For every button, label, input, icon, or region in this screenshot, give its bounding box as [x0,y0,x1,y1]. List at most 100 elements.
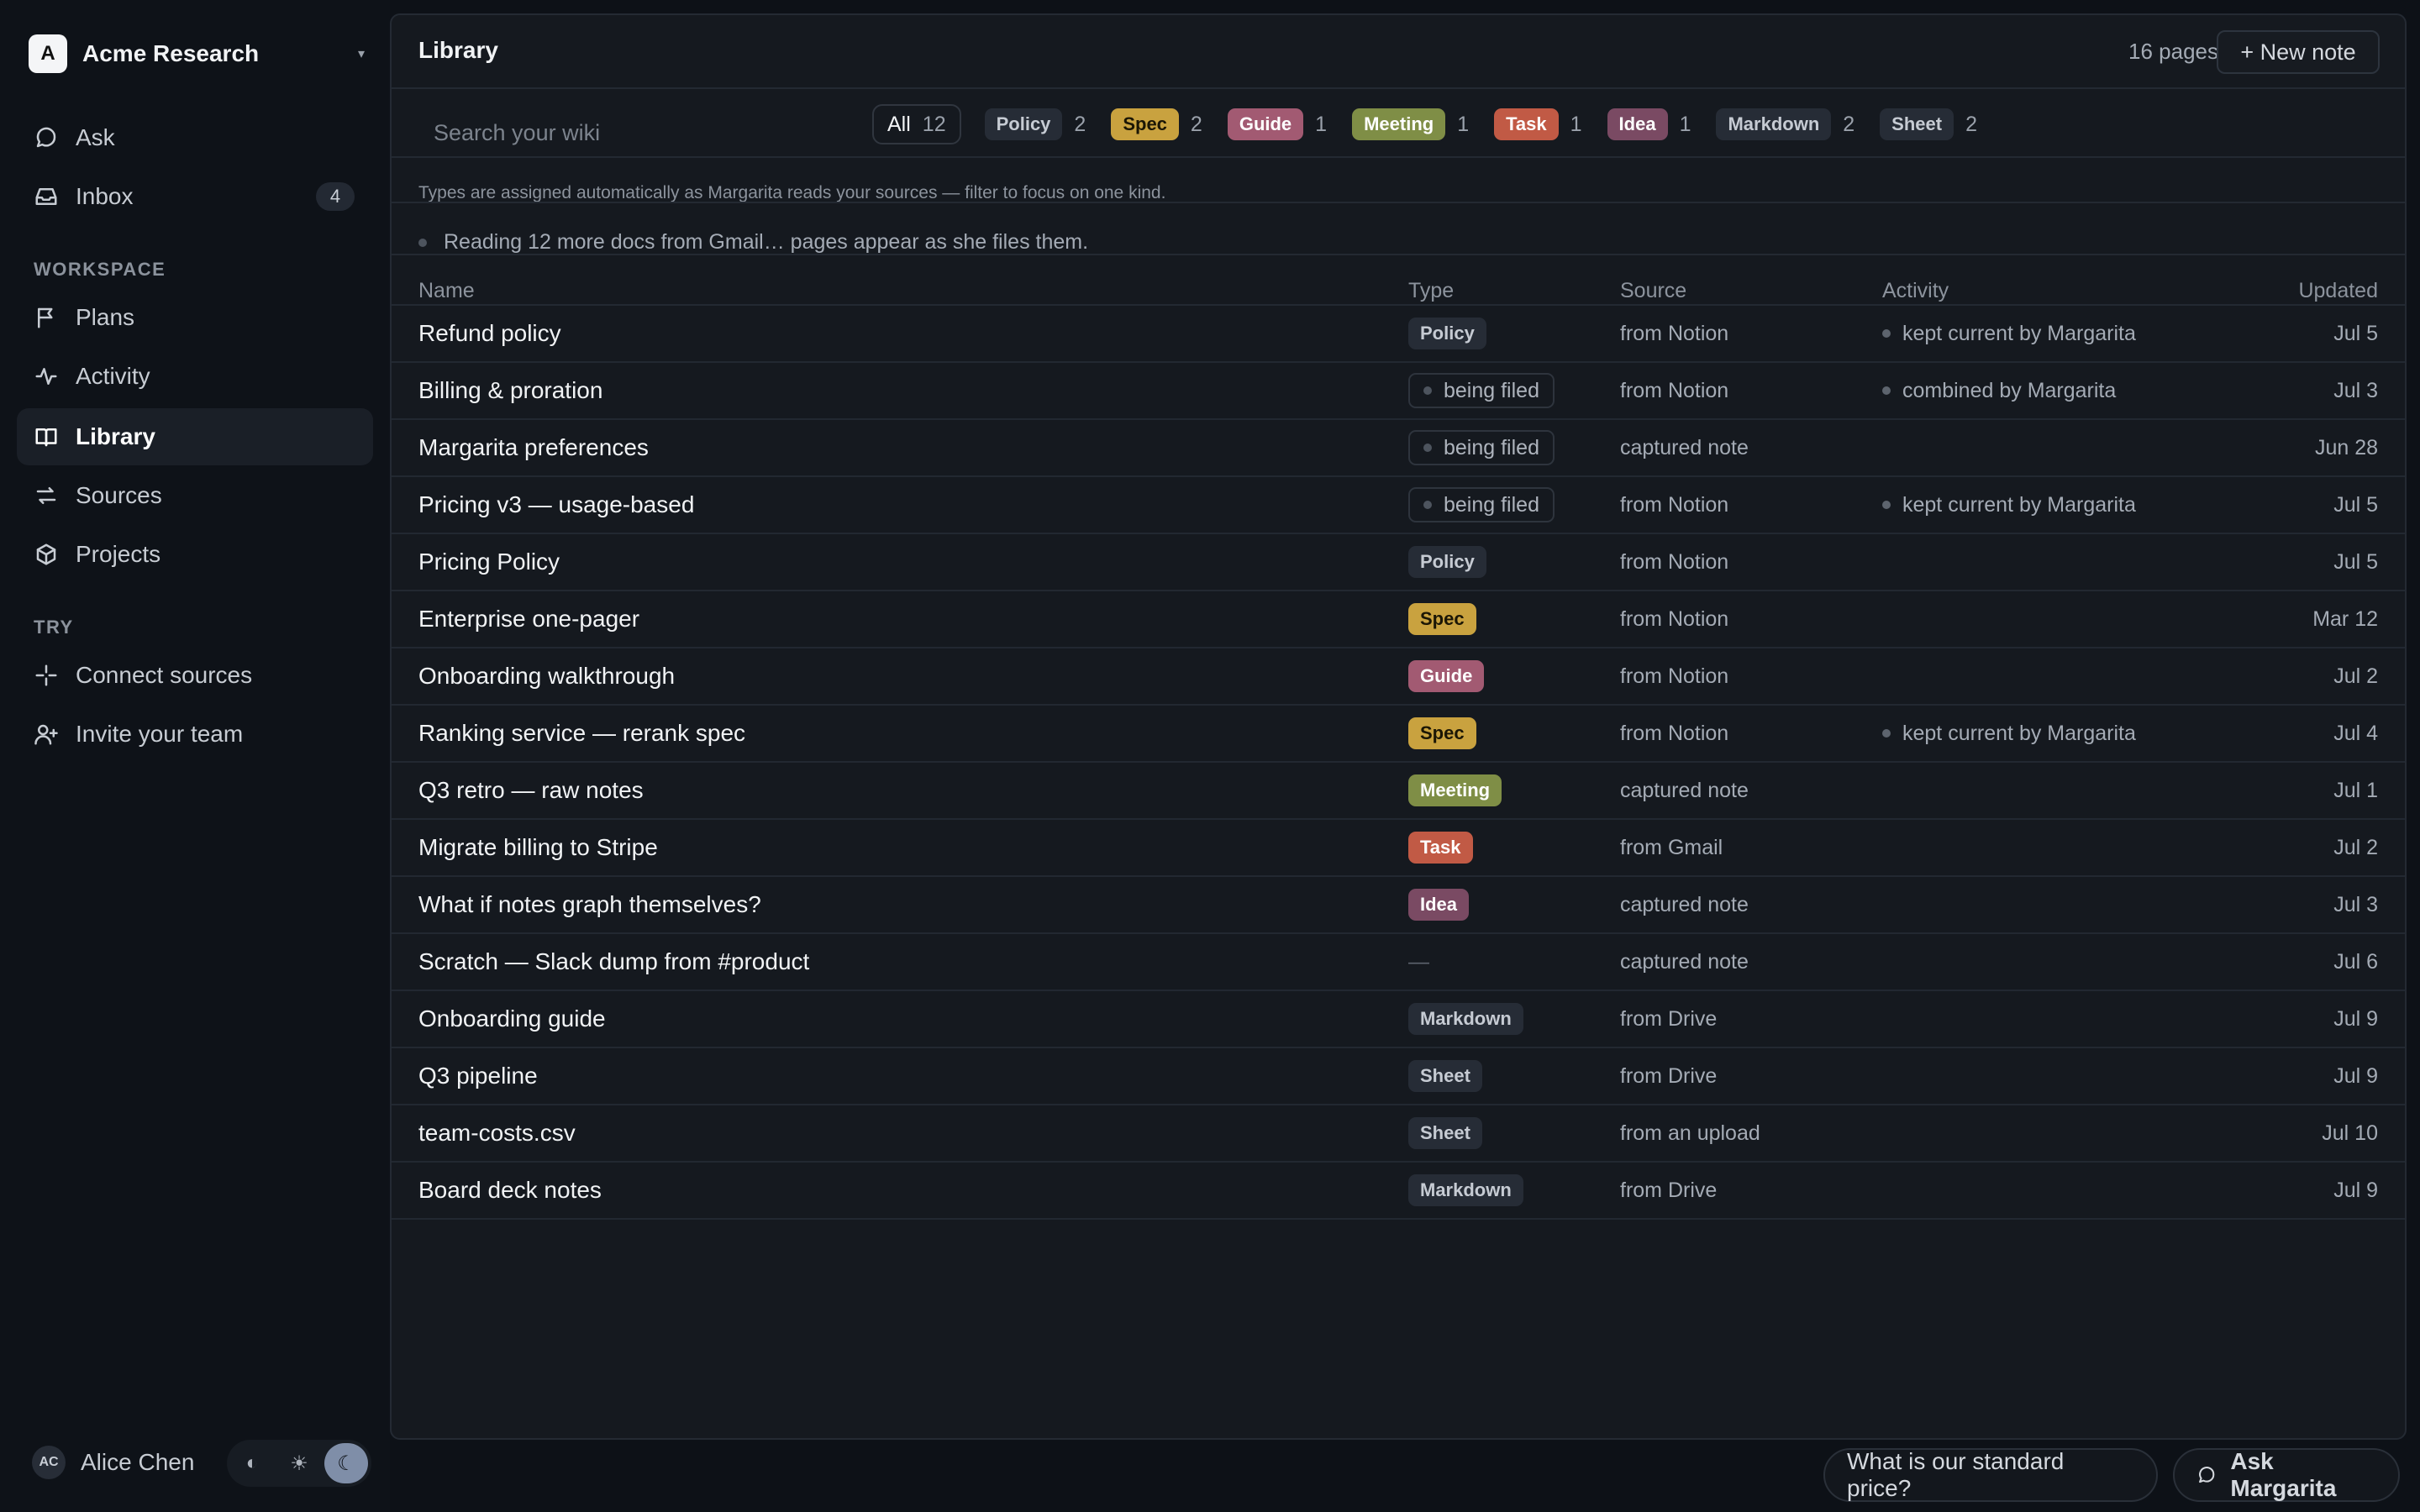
row-source: from Notion [1620,549,1729,574]
sidebar-item-projects[interactable]: Projects [17,526,373,583]
table-row[interactable]: Margarita preferences being filed captured… [392,420,2405,477]
row-source: from Gmail [1620,835,1723,859]
row-name[interactable]: Refund policy [418,306,561,361]
status-dot [1423,444,1432,452]
sidebar-item-label: Activity [76,363,150,389]
table-row[interactable]: Q3 retro — raw notes Meeting captured note… [392,763,2405,820]
search-input[interactable] [434,109,854,156]
filter-all[interactable]: All 12 [872,104,961,144]
ask-margarita-button[interactable]: Ask Margarita [2173,1448,2400,1502]
row-name[interactable]: Migrate billing to Stripe [418,820,658,875]
table-row[interactable]: Onboarding walkthrough Guide from Notion Ju… [392,648,2405,706]
filter-task[interactable]: Task 1 [1494,108,1582,140]
column-header-activity[interactable]: Activity [1882,279,1949,303]
activity-dot [1882,729,1891,738]
sidebar-item-invite-team[interactable]: Invite your team [17,706,373,763]
row-name[interactable]: Pricing Policy [418,534,560,590]
theme-light-icon[interactable]: ☀ [277,1443,321,1483]
sidebar-item-connect-sources[interactable]: Connect sources [17,647,373,704]
filter-idea[interactable]: Idea 1 [1607,108,1691,140]
column-header-type[interactable]: Type [1408,279,1454,303]
filter-count: 12 [922,112,946,136]
status-dot [418,238,427,247]
filter-chip: Idea [1607,108,1668,140]
row-name[interactable]: Onboarding guide [418,991,606,1047]
table-row[interactable]: Enterprise one-pager Spec from Notion Mar 1… [392,591,2405,648]
row-source: captured note [1620,435,1749,459]
row-name[interactable]: team-costs.csv [418,1105,576,1161]
row-activity: kept current by Margarita [1882,306,2136,361]
suggested-question-button[interactable]: What is our standard price? [1823,1448,2158,1502]
table-row[interactable]: Ranking service — rerank spec Spec from No… [392,706,2405,763]
row-name[interactable]: Enterprise one-pager [418,591,639,647]
theme-auto-icon[interactable]: ◐ [230,1443,274,1483]
divider [392,87,2405,89]
type-badge: Sheet [1408,1060,1482,1092]
filter-count: 2 [1074,112,1086,136]
sidebar-item-activity[interactable]: Activity [17,348,373,405]
new-note-button[interactable]: + New note [2217,30,2380,74]
sidebar-item-inbox[interactable]: Inbox 4 [17,168,373,225]
row-updated: Jul 2 [2333,835,2378,859]
table-row[interactable]: Q3 pipeline Sheet from Drive Jul 9 [392,1048,2405,1105]
sidebar-item-library[interactable]: Library [17,408,373,465]
sidebar-item-label: Plans [76,304,135,330]
activity-dot [1882,329,1891,338]
filter-guide[interactable]: Guide 1 [1227,108,1327,140]
table-row[interactable]: Refund policy Policy from Notion kept curre… [392,306,2405,363]
row-name[interactable]: Board deck notes [418,1163,602,1218]
table-row[interactable]: team-costs.csv Sheet from an upload Jul 10 [392,1105,2405,1163]
workspace-switcher[interactable]: A Acme Research ▾ [29,34,365,74]
row-name[interactable]: Q3 retro — raw notes [418,763,644,818]
sidebar-item-sources[interactable]: Sources [17,467,373,524]
table-row[interactable]: Board deck notes Markdown from Drive Jul 9 [392,1163,2405,1220]
column-header-name[interactable]: Name [418,279,475,303]
divider [392,254,2405,255]
user-name: Alice Chen [81,1449,195,1475]
book-icon [35,428,57,447]
filter-policy[interactable]: Policy 2 [984,108,1086,140]
badge-label: being filed [1444,378,1539,402]
row-name[interactable]: Billing & proration [418,363,602,418]
activity-text: kept current by Margarita [1902,321,2136,345]
table-row[interactable]: Pricing v3 — usage-based being filed from … [392,477,2405,534]
filter-meeting[interactable]: Meeting 1 [1352,108,1469,140]
table-row[interactable]: Pricing Policy Policy from Notion Jul 5 [392,534,2405,591]
column-header-source[interactable]: Source [1620,279,1686,303]
row-updated: Jul 3 [2333,378,2378,402]
row-name[interactable]: Scratch — Slack dump from #product [418,934,809,990]
column-header-updated[interactable]: Updated [2298,279,2378,303]
row-name[interactable]: Onboarding walkthrough [418,648,675,704]
table-row[interactable]: What if notes graph themselves? Idea captu… [392,877,2405,934]
table-row[interactable]: Migrate billing to Stripe Task from Gmail J… [392,820,2405,877]
row-name[interactable]: What if notes graph themselves? [418,877,761,932]
table-row[interactable]: Scratch — Slack dump from #product — captu… [392,934,2405,991]
row-type: Policy [1408,306,1486,361]
filter-count: 1 [1679,112,1691,136]
filter-spec[interactable]: Spec 2 [1111,108,1202,140]
sidebar-item-plans[interactable]: Plans [17,289,373,346]
row-name[interactable]: Pricing v3 — usage-based [418,477,694,533]
row-name[interactable]: Margarita preferences [418,420,649,475]
row-activity: kept current by Margarita [1882,706,2136,761]
filter-sheet[interactable]: Sheet 2 [1880,108,1977,140]
page-title: Library [418,37,498,63]
row-updated: Jul 3 [2333,892,2378,916]
row-source: captured note [1620,778,1749,802]
avatar: AC [32,1446,66,1479]
theme-dark-icon[interactable]: ☾ [324,1443,368,1483]
badge-label: being filed [1444,492,1539,517]
filter-count: 2 [1965,112,1977,136]
row-name[interactable]: Ranking service — rerank spec [418,706,745,761]
sidebar-item-ask[interactable]: Ask [17,109,373,166]
page-count: 16 pages [2128,39,2218,64]
row-name[interactable]: Q3 pipeline [418,1048,538,1104]
table-row[interactable]: Onboarding guide Markdown from Drive Jul 9 [392,991,2405,1048]
table-row[interactable]: Billing & proration being filed from Notio… [392,363,2405,420]
row-type: being filed [1408,477,1555,533]
row-source: from Drive [1620,1063,1718,1088]
row-source: from Notion [1620,721,1729,745]
user-profile[interactable]: AC Alice Chen [32,1441,194,1483]
filter-chip: Sheet [1880,108,1954,140]
filter-markdown[interactable]: Markdown 2 [1716,108,1854,140]
